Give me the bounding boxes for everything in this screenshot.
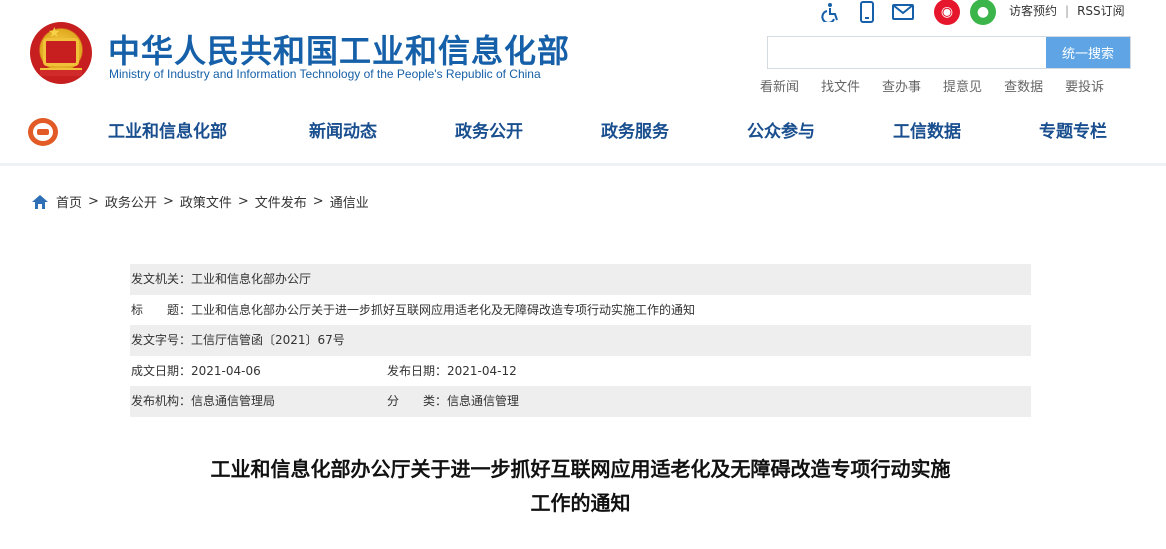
quick-link-services[interactable]: 查办事	[882, 76, 921, 95]
search-box: 统一搜索	[767, 36, 1131, 69]
meta-created-date: 成文日期：2021-04-06	[131, 363, 261, 378]
nav-item-data[interactable]: 工信数据	[893, 117, 961, 142]
breadcrumb-separator: >	[162, 194, 174, 209]
document-title: 工业和信息化部办公厅关于进一步抓好互联网应用适老化及无障碍改造专项行动实施 工作…	[130, 452, 1031, 520]
mail-icon[interactable]	[892, 1, 914, 23]
quick-link-news[interactable]: 看新闻	[760, 76, 799, 95]
document-metadata: 发文机关：工业和信息化部办公厅 标 题：工业和信息化部办公厅关于进一步抓好互联网…	[130, 264, 1031, 417]
meta-published-date: 发布日期：2021-04-12	[387, 363, 517, 378]
national-emblem-logo[interactable]: ★	[30, 22, 92, 84]
quick-link-data[interactable]: 查数据	[1004, 76, 1043, 95]
utility-icons: ◉ ●	[820, 0, 1006, 25]
meta-row-issuer: 发文机关：工业和信息化部办公厅	[130, 264, 1031, 295]
divider: |	[1065, 4, 1070, 18]
breadcrumb: 首页 > 政务公开 > 政策文件 > 文件发布 > 通信业	[32, 192, 369, 211]
mobile-icon[interactable]	[856, 1, 878, 23]
wechat-icon[interactable]: ●	[970, 0, 996, 25]
breadcrumb-separator: >	[88, 194, 99, 209]
quick-link-feedback[interactable]: 提意见	[943, 76, 982, 95]
breadcrumb-telecom[interactable]: 通信业	[330, 192, 369, 211]
site-title[interactable]: 中华人民共和国工业和信息化部	[108, 26, 570, 72]
search-input[interactable]	[768, 37, 1046, 68]
meta-organization: 发布机构：信息通信管理局	[131, 394, 276, 408]
breadcrumb-separator: >	[237, 194, 249, 209]
breadcrumb-policy-files[interactable]: 政策文件	[180, 192, 232, 211]
nav-item-services[interactable]: 政务服务	[601, 117, 669, 142]
nav-item-ministry[interactable]: 工业和信息化部	[108, 117, 227, 142]
quick-links: 看新闻 找文件 查办事 提意见 查数据 要投诉	[760, 76, 1126, 95]
document-title-line1: 工业和信息化部办公厅关于进一步抓好互联网应用适老化及无障碍改造专项行动实施	[210, 457, 951, 481]
top-links: 访客预约 | RSS订阅	[1009, 2, 1125, 19]
home-icon[interactable]	[32, 194, 48, 209]
emblem-ribbon	[40, 68, 82, 76]
meta-category: 分 类：信息通信管理	[387, 394, 520, 408]
rss-link[interactable]: RSS订阅	[1077, 4, 1125, 18]
quick-link-files[interactable]: 找文件	[821, 76, 860, 95]
nav-item-topics[interactable]: 专题专栏	[1039, 117, 1107, 142]
visitor-appointment-link[interactable]: 访客预约	[1009, 4, 1057, 18]
meta-row-dates: 成文日期：2021-04-06 发布日期：2021-04-12	[130, 356, 1031, 387]
breadcrumb-public-affairs[interactable]: 政务公开	[105, 192, 157, 211]
nav-item-news[interactable]: 新闻动态	[309, 117, 377, 142]
document-title-line2: 工作的通知	[530, 491, 631, 515]
site-subtitle: Ministry of Industry and Information Tec…	[109, 67, 541, 81]
meta-row-org: 发布机构：信息通信管理局 分 类：信息通信管理	[130, 386, 1031, 417]
quick-link-complaint[interactable]: 要投诉	[1065, 76, 1104, 95]
site-header: ★ 中华人民共和国工业和信息化部 Ministry of Industry an…	[0, 0, 1166, 166]
meta-issuer: 发文机关：工业和信息化部办公厅	[131, 272, 312, 286]
meta-doc-number: 发文字号：工信厅信管函〔2021〕67号	[131, 333, 345, 347]
search-button[interactable]: 统一搜索	[1046, 37, 1130, 68]
meta-row-title: 标 题：工业和信息化部办公厅关于进一步抓好互联网应用适老化及无障碍改造专项行动实…	[130, 295, 1031, 326]
accessibility-icon[interactable]	[820, 1, 842, 23]
breadcrumb-file-release[interactable]: 文件发布	[255, 192, 307, 211]
tiananmen-icon	[43, 38, 79, 66]
meta-row-doc-no: 发文字号：工信厅信管函〔2021〕67号	[130, 325, 1031, 356]
nav-item-participation[interactable]: 公众参与	[747, 117, 815, 142]
meta-title: 标 题：工业和信息化部办公厅关于进一步抓好互联网应用适老化及无障碍改造专项行动实…	[131, 302, 696, 317]
weibo-icon[interactable]: ◉	[934, 0, 960, 25]
nav-item-public-affairs[interactable]: 政务公开	[455, 117, 523, 142]
breadcrumb-separator: >	[312, 194, 324, 209]
main-nav: 工业和信息化部 新闻动态 政务公开 政务服务 公众参与 工信数据 专题专栏	[0, 117, 1166, 147]
breadcrumb-home[interactable]: 首页	[56, 192, 82, 211]
